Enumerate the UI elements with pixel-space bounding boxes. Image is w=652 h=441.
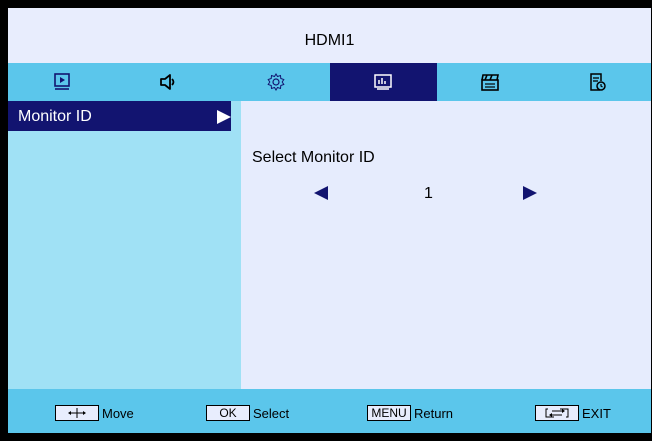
tab-schedule[interactable] [544, 63, 651, 101]
clapperboard-icon [481, 74, 500, 91]
right-triangle-icon [217, 110, 231, 124]
tab-audio[interactable] [115, 63, 222, 101]
speaker-icon [159, 74, 175, 90]
gear-icon [267, 73, 285, 91]
increase-arrow-icon[interactable] [523, 186, 537, 200]
ok-key: OK [206, 405, 250, 421]
move-key-icon [55, 405, 99, 421]
sidebar-item-monitor-id[interactable]: Monitor ID [8, 101, 231, 131]
monitor-chart-icon [374, 74, 392, 90]
monitor-id-value[interactable]: 1 [424, 185, 433, 203]
footer-hints: Move OK Select MENU Return EXIT [8, 389, 651, 433]
select-label: Select [253, 405, 290, 421]
return-label: Return [414, 405, 454, 421]
menu-key: MENU [367, 405, 411, 421]
tab-picture[interactable] [8, 63, 115, 101]
menu-title: HDMI1 [8, 8, 651, 63]
decrease-arrow-icon[interactable] [314, 186, 328, 200]
hint-return: MENU Return [367, 405, 453, 421]
tab-bar [8, 63, 651, 101]
settings-panel: Select Monitor ID 1 [241, 101, 651, 389]
setting-label: Select Monitor ID [252, 149, 375, 166]
tab-settings[interactable] [222, 63, 329, 101]
tab-media[interactable] [437, 63, 544, 101]
hint-select: OK Select [206, 405, 289, 421]
osd-menu-window: HDMI1 Monitor ID Select Monitor ID 1 Mov… [8, 8, 651, 433]
tab-monitor[interactable] [329, 63, 437, 101]
exit-label: EXIT [582, 405, 611, 421]
exit-key-icon [535, 405, 579, 421]
move-label: Move [102, 405, 134, 421]
picture-icon [53, 73, 70, 90]
sidebar-item-label: Monitor ID [18, 108, 92, 125]
hint-move: Move [55, 405, 134, 421]
sidebar: Monitor ID [8, 101, 241, 389]
hint-exit: EXIT [535, 405, 611, 421]
schedule-icon [590, 73, 607, 91]
